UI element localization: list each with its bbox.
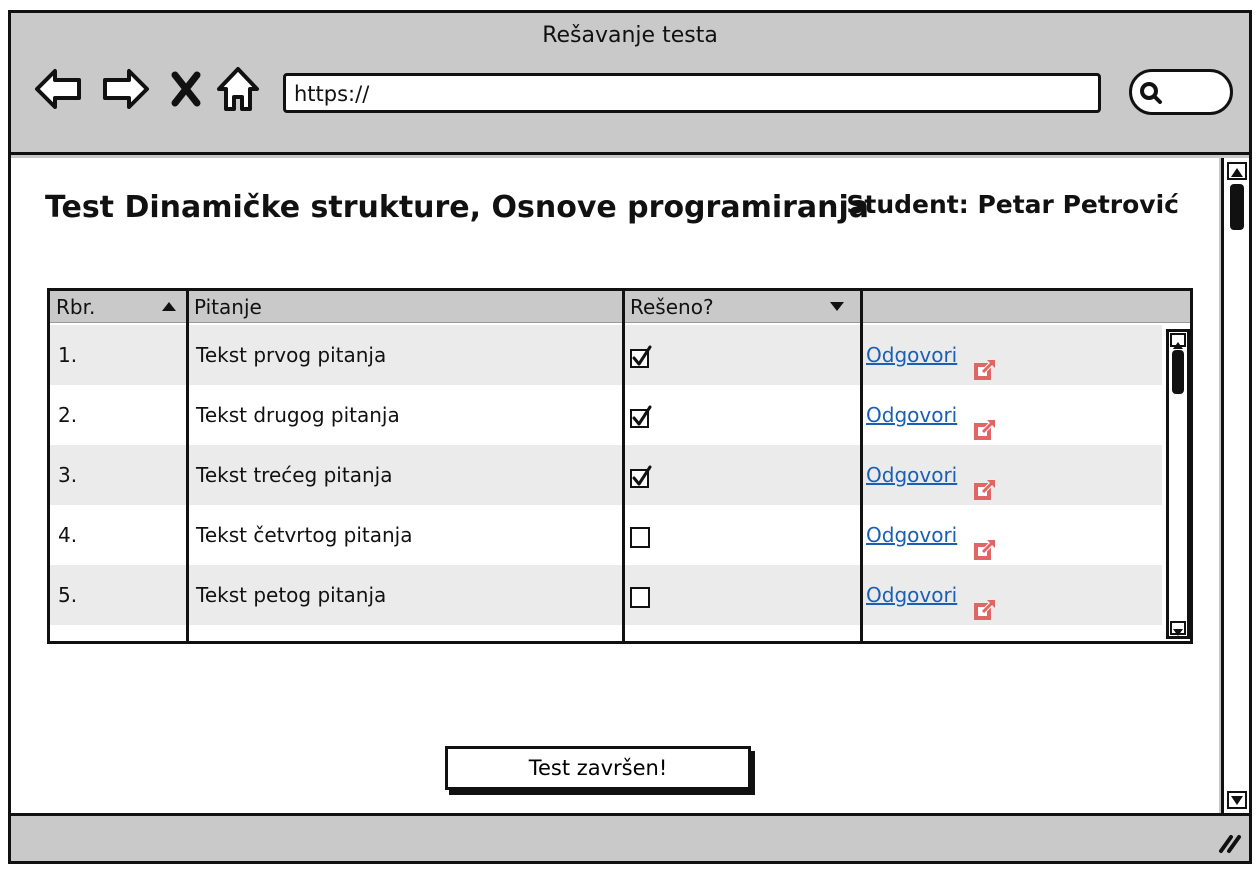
solved-checkbox-unchecked[interactable] xyxy=(630,585,652,609)
page-scroll-thumb[interactable] xyxy=(1230,184,1244,230)
browser-window: Rešavanje testa https:// Test Dinamičke … xyxy=(8,10,1252,864)
answers-link-label: Odgovori xyxy=(866,463,958,487)
table-row: 1. Tekst prvog pitanja Odgovori xyxy=(50,325,1162,385)
browser-toolbar: Rešavanje testa https:// xyxy=(11,13,1249,155)
header-pitanje-label: Pitanje xyxy=(194,295,262,319)
finish-test-button[interactable]: Test završen! xyxy=(445,746,751,790)
header-reseno-label: Rešeno? xyxy=(630,295,714,319)
sort-dropdown-icon[interactable] xyxy=(830,302,844,311)
answers-link-label: Odgovori xyxy=(866,403,958,427)
solved-checkbox-checked[interactable] xyxy=(630,345,652,369)
scroll-thumb[interactable] xyxy=(1172,350,1184,394)
table-scrollbar[interactable] xyxy=(1166,329,1190,639)
answers-link[interactable]: Odgovori xyxy=(866,445,997,505)
solved-checkbox-checked[interactable] xyxy=(630,465,652,489)
question-text: Tekst prvog pitanja xyxy=(196,343,387,367)
window-title: Rešavanje testa xyxy=(542,23,718,48)
external-link-icon[interactable] xyxy=(973,405,997,440)
forward-arrow-icon[interactable] xyxy=(99,63,151,115)
table-row: 4. Tekst četvrtog pitanja Odgovori xyxy=(50,505,1162,565)
question-text: Tekst trećeg pitanja xyxy=(196,463,393,487)
external-link-icon[interactable] xyxy=(973,465,997,500)
status-bar xyxy=(11,813,1249,861)
table-row: 3. Tekst trećeg pitanja Odgovori xyxy=(50,445,1162,505)
home-icon[interactable] xyxy=(215,63,261,115)
answers-link[interactable]: Odgovori xyxy=(866,505,997,565)
search-field[interactable] xyxy=(1129,69,1233,115)
sort-ascending-icon[interactable] xyxy=(162,302,176,311)
row-number: 5. xyxy=(58,583,78,607)
student-name: Student: Petar Petrović xyxy=(846,190,1179,219)
question-text: Tekst drugog pitanja xyxy=(196,403,400,427)
search-icon[interactable] xyxy=(1138,80,1164,106)
header-reseno[interactable]: Rešeno? xyxy=(624,291,860,323)
column-divider xyxy=(186,291,189,641)
question-text: Tekst četvrtog pitanja xyxy=(196,523,413,547)
page-scroll-down-button[interactable] xyxy=(1227,791,1247,809)
stop-icon[interactable] xyxy=(169,63,203,115)
table-header: Rbr. Pitanje Rešeno? xyxy=(50,291,1190,323)
row-number: 2. xyxy=(58,403,78,427)
column-divider xyxy=(860,291,863,641)
page-scroll-up-button[interactable] xyxy=(1227,162,1247,180)
page-scrollbar[interactable] xyxy=(1221,158,1249,813)
resize-grip-icon[interactable] xyxy=(1215,827,1243,855)
row-number: 3. xyxy=(58,463,78,487)
page-content: Test Dinamičke strukture, Osnove program… xyxy=(11,158,1219,813)
header-pitanje[interactable]: Pitanje xyxy=(188,291,620,323)
questions-table: Rbr. Pitanje Rešeno? 1. Tekst prvog pitan… xyxy=(47,288,1193,644)
row-number: 4. xyxy=(58,523,78,547)
scroll-up-button[interactable] xyxy=(1170,333,1186,349)
external-link-icon[interactable] xyxy=(973,345,997,380)
external-link-icon[interactable] xyxy=(973,525,997,560)
answers-link-label: Odgovori xyxy=(866,343,958,367)
header-rbr-label: Rbr. xyxy=(56,295,96,319)
page-title: Test Dinamičke strukture, Osnove program… xyxy=(45,190,870,225)
column-divider xyxy=(622,291,625,641)
table-row: 2. Tekst drugog pitanja Odgovori xyxy=(50,385,1162,445)
solved-checkbox-unchecked[interactable] xyxy=(630,525,652,549)
answers-link[interactable]: Odgovori xyxy=(866,565,997,625)
answers-link-label: Odgovori xyxy=(866,583,958,607)
answers-link-label: Odgovori xyxy=(866,523,958,547)
back-arrow-icon[interactable] xyxy=(33,63,85,115)
url-input[interactable]: https:// xyxy=(283,73,1101,113)
external-link-icon[interactable] xyxy=(973,585,997,620)
scroll-down-button[interactable] xyxy=(1170,621,1186,636)
question-text: Tekst petog pitanja xyxy=(196,583,387,607)
solved-checkbox-checked[interactable] xyxy=(630,405,652,429)
answers-link[interactable]: Odgovori xyxy=(866,325,997,385)
answers-link[interactable]: Odgovori xyxy=(866,385,997,445)
row-number: 1. xyxy=(58,343,78,367)
table-row: 5. Tekst petog pitanja Odgovori xyxy=(50,565,1162,625)
